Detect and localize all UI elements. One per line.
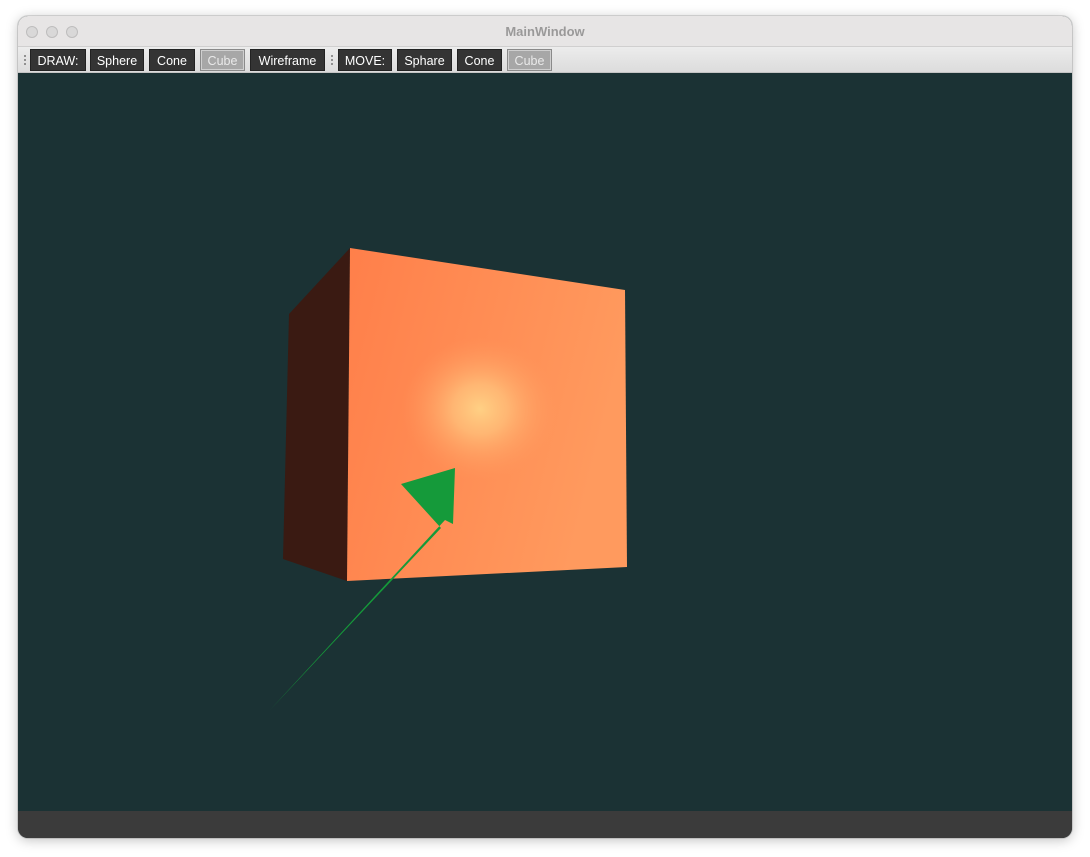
toolbar-grip-move[interactable] bbox=[331, 54, 333, 65]
draw-label: DRAW: bbox=[30, 49, 86, 71]
move-cone-button[interactable]: Cone bbox=[457, 49, 502, 71]
toolbar-grip-draw[interactable] bbox=[24, 54, 26, 65]
title-bar[interactable]: MainWindow bbox=[18, 16, 1072, 47]
draw-cone-button[interactable]: Cone bbox=[149, 49, 195, 71]
scene-canvas bbox=[270, 248, 627, 710]
cube-side-face bbox=[283, 248, 350, 581]
move-cube-button[interactable]: Cube bbox=[507, 49, 552, 71]
move-label: MOVE: bbox=[338, 49, 392, 71]
toolbar: DRAW: Sphere Cone Cube Wireframe MOVE: S… bbox=[18, 47, 1072, 73]
draw-sphere-button[interactable]: Sphere bbox=[90, 49, 144, 71]
window-title: MainWindow bbox=[505, 24, 585, 39]
move-sphare-button[interactable]: Sphare bbox=[397, 49, 452, 71]
specular-highlight bbox=[402, 337, 558, 481]
draw-cube-button[interactable]: Cube bbox=[200, 49, 245, 71]
draw-wireframe-button[interactable]: Wireframe bbox=[250, 49, 325, 71]
opengl-viewport[interactable] bbox=[18, 73, 1072, 811]
status-bar bbox=[18, 811, 1072, 838]
main-window: MainWindow DRAW: Sphere Cone Cube Wirefr… bbox=[18, 16, 1072, 838]
